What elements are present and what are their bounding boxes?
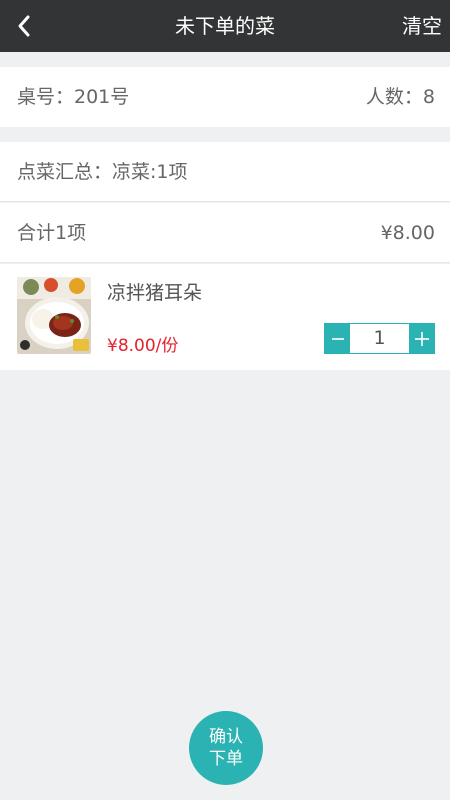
quantity-value[interactable]: 1 — [350, 324, 409, 353]
quantity-stepper: 1 — [324, 323, 435, 354]
page-title: 未下单的菜 — [175, 14, 275, 38]
decrease-button[interactable] — [325, 324, 350, 353]
minus-icon — [331, 337, 344, 340]
total-row: 合计1项 ¥8.00 — [0, 203, 450, 263]
confirm-label-line1: 确认 — [209, 727, 243, 747]
dish-price: ¥8.00/份 — [107, 336, 179, 356]
confirm-order-button[interactable]: 确认 下单 — [189, 711, 263, 785]
table-info-row: 桌号：201号 人数：8 — [0, 67, 450, 127]
table-number: 桌号：201号 — [17, 86, 130, 108]
people-count: 人数：8 — [365, 86, 435, 108]
clear-button[interactable]: 清空 — [402, 0, 442, 52]
total-amount: ¥8.00 — [380, 222, 435, 244]
title-bar: 未下单的菜 清空 — [0, 0, 450, 52]
increase-button[interactable] — [409, 324, 434, 353]
order-summary: 点菜汇总：凉菜:1项 — [17, 161, 188, 183]
order-summary-row: 点菜汇总：凉菜:1项 — [0, 142, 450, 202]
total-label: 合计1项 — [17, 222, 87, 244]
confirm-label-line2: 下单 — [209, 749, 243, 769]
dish-image — [17, 277, 91, 354]
list-item: 凉拌猪耳朵 ¥8.00/份 1 — [0, 264, 450, 370]
plus-icon — [414, 331, 429, 346]
dish-name: 凉拌猪耳朵 — [107, 282, 203, 304]
